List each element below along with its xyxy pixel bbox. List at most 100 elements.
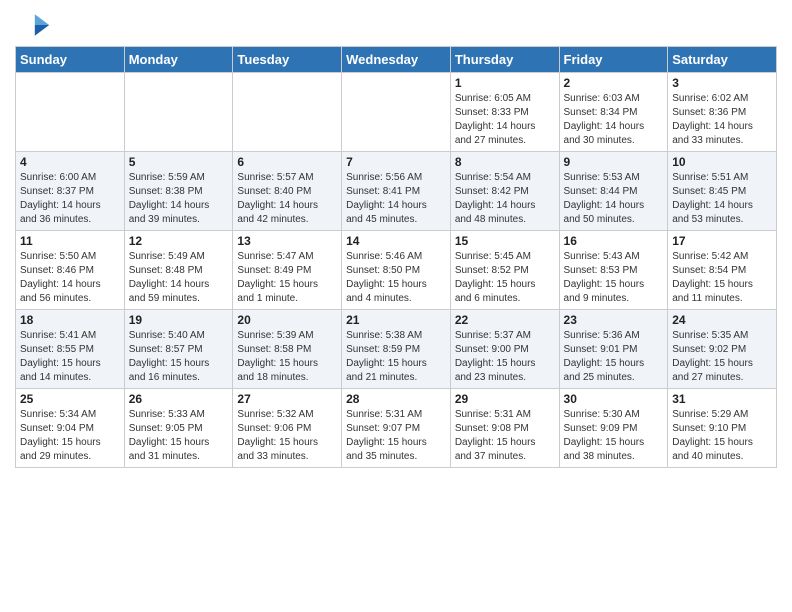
day-info: Sunrise: 5:56 AM Sunset: 8:41 PM Dayligh… [346, 171, 446, 227]
calendar-cell: 27Sunrise: 5:32 AM Sunset: 9:06 PM Dayli… [233, 389, 342, 468]
calendar-cell: 21 Sunrise: 5:38 AM Sunset: 8:59 PM Dayli… [342, 310, 451, 389]
day-info: Sunrise: 5:36 AM Sunset: 9:01 PM Dayligh… [564, 329, 664, 385]
day-number: 2 [564, 76, 664, 90]
calendar-cell: 23 Sunrise: 5:36 AM Sunset: 9:01 PM Dayli… [559, 310, 668, 389]
weekday-wednesday: Wednesday [342, 47, 451, 73]
calendar-cell: 29Sunrise: 5:31 AM Sunset: 9:08 PM Dayli… [450, 389, 559, 468]
day-number: 9 [564, 155, 664, 169]
day-info: Sunrise: 5:51 AM Sunset: 8:45 PM Dayligh… [672, 171, 772, 227]
day-info: Sunrise: 5:42 AM Sunset: 8:54 PM Dayligh… [672, 250, 772, 306]
weekday-sunday: Sunday [16, 47, 125, 73]
weekday-friday: Friday [559, 47, 668, 73]
day-number: 26 [129, 392, 229, 406]
day-number: 1 [455, 76, 555, 90]
day-info: Sunrise: 6:03 AM Sunset: 8:34 PM Dayligh… [564, 92, 664, 148]
calendar-cell: 17 Sunrise: 5:42 AM Sunset: 8:54 PM Dayli… [668, 231, 777, 310]
week-row-4: 18Sunrise: 5:41 AM Sunset: 8:55 PM Dayli… [16, 310, 777, 389]
calendar-cell [342, 73, 451, 152]
day-info: Sunrise: 5:31 AM Sunset: 9:08 PM Dayligh… [455, 408, 555, 464]
day-number: 14 [346, 234, 446, 248]
day-info: Sunrise: 5:57 AM Sunset: 8:40 PM Dayligh… [237, 171, 337, 227]
day-number: 24 [672, 313, 772, 327]
calendar-cell: 9 Sunrise: 5:53 AM Sunset: 8:44 PM Daylig… [559, 152, 668, 231]
day-info: Sunrise: 5:41 AM Sunset: 8:55 PM Dayligh… [20, 329, 120, 385]
day-info: Sunrise: 5:34 AM Sunset: 9:04 PM Dayligh… [20, 408, 120, 464]
calendar-cell: 14 Sunrise: 5:46 AM Sunset: 8:50 PM Dayli… [342, 231, 451, 310]
calendar-cell: 18Sunrise: 5:41 AM Sunset: 8:55 PM Dayli… [16, 310, 125, 389]
calendar-cell: 1 Sunrise: 6:05 AM Sunset: 8:33 PM Daylig… [450, 73, 559, 152]
day-number: 31 [672, 392, 772, 406]
day-info: Sunrise: 6:02 AM Sunset: 8:36 PM Dayligh… [672, 92, 772, 148]
calendar-cell: 3Sunrise: 6:02 AM Sunset: 8:36 PM Daylig… [668, 73, 777, 152]
day-info: Sunrise: 5:31 AM Sunset: 9:07 PM Dayligh… [346, 408, 446, 464]
day-info: Sunrise: 5:45 AM Sunset: 8:52 PM Dayligh… [455, 250, 555, 306]
day-number: 20 [237, 313, 337, 327]
day-number: 21 [346, 313, 446, 327]
day-number: 7 [346, 155, 446, 169]
day-info: Sunrise: 5:53 AM Sunset: 8:44 PM Dayligh… [564, 171, 664, 227]
day-info: Sunrise: 5:39 AM Sunset: 8:58 PM Dayligh… [237, 329, 337, 385]
week-row-5: 25 Sunrise: 5:34 AM Sunset: 9:04 PM Dayli… [16, 389, 777, 468]
day-info: Sunrise: 5:29 AM Sunset: 9:10 PM Dayligh… [672, 408, 772, 464]
day-info: Sunrise: 5:50 AM Sunset: 8:46 PM Dayligh… [20, 250, 120, 306]
logo [15, 10, 55, 40]
calendar-cell: 25 Sunrise: 5:34 AM Sunset: 9:04 PM Dayli… [16, 389, 125, 468]
day-info: Sunrise: 5:54 AM Sunset: 8:42 PM Dayligh… [455, 171, 555, 227]
day-info: Sunrise: 5:46 AM Sunset: 8:50 PM Dayligh… [346, 250, 446, 306]
calendar-cell: 12 Sunrise: 5:49 AM Sunset: 8:48 PM Dayli… [124, 231, 233, 310]
day-number: 8 [455, 155, 555, 169]
calendar-cell: 4 Sunrise: 6:00 AM Sunset: 8:37 PM Daylig… [16, 152, 125, 231]
weekday-saturday: Saturday [668, 47, 777, 73]
day-info: Sunrise: 5:49 AM Sunset: 8:48 PM Dayligh… [129, 250, 229, 306]
day-number: 6 [237, 155, 337, 169]
calendar-cell: 13 Sunrise: 5:47 AM Sunset: 8:49 PM Dayli… [233, 231, 342, 310]
day-number: 22 [455, 313, 555, 327]
day-number: 4 [20, 155, 120, 169]
calendar-cell: 16Sunrise: 5:43 AM Sunset: 8:53 PM Dayli… [559, 231, 668, 310]
calendar: SundayMondayTuesdayWednesdayThursdayFrid… [15, 46, 777, 468]
calendar-cell: 10 Sunrise: 5:51 AM Sunset: 8:45 PM Dayli… [668, 152, 777, 231]
calendar-cell: 20 Sunrise: 5:39 AM Sunset: 8:58 PM Dayli… [233, 310, 342, 389]
day-info: Sunrise: 5:47 AM Sunset: 8:49 PM Dayligh… [237, 250, 337, 306]
day-info: Sunrise: 5:35 AM Sunset: 9:02 PM Dayligh… [672, 329, 772, 385]
day-number: 15 [455, 234, 555, 248]
calendar-cell: 24 Sunrise: 5:35 AM Sunset: 9:02 PM Dayli… [668, 310, 777, 389]
day-number: 10 [672, 155, 772, 169]
day-number: 11 [20, 234, 120, 248]
day-info: Sunrise: 5:37 AM Sunset: 9:00 PM Dayligh… [455, 329, 555, 385]
calendar-cell: 7 Sunrise: 5:56 AM Sunset: 8:41 PM Daylig… [342, 152, 451, 231]
page: SundayMondayTuesdayWednesdayThursdayFrid… [0, 0, 792, 483]
calendar-cell: 11 Sunrise: 5:50 AM Sunset: 8:46 PM Dayli… [16, 231, 125, 310]
weekday-monday: Monday [124, 47, 233, 73]
calendar-cell: 6 Sunrise: 5:57 AM Sunset: 8:40 PM Daylig… [233, 152, 342, 231]
day-info: Sunrise: 6:00 AM Sunset: 8:37 PM Dayligh… [20, 171, 120, 227]
day-info: Sunrise: 5:30 AM Sunset: 9:09 PM Dayligh… [564, 408, 664, 464]
day-number: 30 [564, 392, 664, 406]
day-number: 19 [129, 313, 229, 327]
calendar-cell: 31 Sunrise: 5:29 AM Sunset: 9:10 PM Dayli… [668, 389, 777, 468]
calendar-cell: 8 Sunrise: 5:54 AM Sunset: 8:42 PM Daylig… [450, 152, 559, 231]
day-number: 5 [129, 155, 229, 169]
day-number: 23 [564, 313, 664, 327]
day-info: Sunrise: 5:59 AM Sunset: 8:38 PM Dayligh… [129, 171, 229, 227]
calendar-cell: 15 Sunrise: 5:45 AM Sunset: 8:52 PM Dayli… [450, 231, 559, 310]
day-number: 17 [672, 234, 772, 248]
logo-icon [15, 10, 51, 40]
day-number: 25 [20, 392, 120, 406]
day-info: Sunrise: 5:40 AM Sunset: 8:57 PM Dayligh… [129, 329, 229, 385]
week-row-1: 1 Sunrise: 6:05 AM Sunset: 8:33 PM Daylig… [16, 73, 777, 152]
day-number: 12 [129, 234, 229, 248]
weekday-thursday: Thursday [450, 47, 559, 73]
calendar-cell: 30 Sunrise: 5:30 AM Sunset: 9:09 PM Dayli… [559, 389, 668, 468]
calendar-cell: 2 Sunrise: 6:03 AM Sunset: 8:34 PM Daylig… [559, 73, 668, 152]
calendar-cell: 5 Sunrise: 5:59 AM Sunset: 8:38 PM Daylig… [124, 152, 233, 231]
header [15, 10, 777, 40]
week-row-2: 4 Sunrise: 6:00 AM Sunset: 8:37 PM Daylig… [16, 152, 777, 231]
weekday-header-row: SundayMondayTuesdayWednesdayThursdayFrid… [16, 47, 777, 73]
calendar-cell: 19 Sunrise: 5:40 AM Sunset: 8:57 PM Dayli… [124, 310, 233, 389]
day-number: 27 [237, 392, 337, 406]
day-info: Sunrise: 5:38 AM Sunset: 8:59 PM Dayligh… [346, 329, 446, 385]
calendar-cell: 26Sunrise: 5:33 AM Sunset: 9:05 PM Dayli… [124, 389, 233, 468]
day-number: 13 [237, 234, 337, 248]
day-info: Sunrise: 6:05 AM Sunset: 8:33 PM Dayligh… [455, 92, 555, 148]
